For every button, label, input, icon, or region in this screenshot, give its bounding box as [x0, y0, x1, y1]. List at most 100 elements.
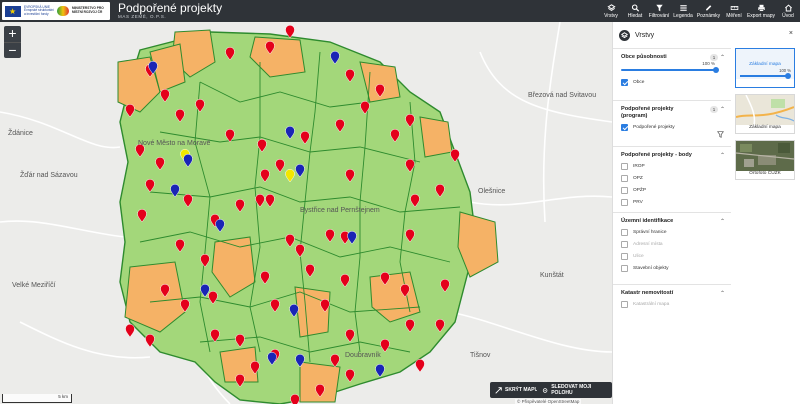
zoom-out-button[interactable]: − — [4, 42, 21, 58]
checkbox[interactable] — [621, 163, 628, 170]
layer-item[interactable]: Správní hranice — [621, 227, 725, 238]
layer-label: Podpořené projekty — [633, 125, 675, 130]
notes-icon — [706, 4, 712, 10]
layers-panel-icon — [619, 29, 630, 41]
slider-track — [621, 69, 715, 71]
layer-item[interactable]: OPŽP — [621, 185, 725, 196]
checkbox[interactable] — [621, 229, 628, 236]
layer-item[interactable]: Ulice — [621, 251, 725, 262]
place-label: Doubravník — [345, 352, 381, 359]
home-icon — [784, 4, 792, 12]
checkbox[interactable] — [621, 265, 628, 272]
checkbox[interactable] — [621, 199, 628, 206]
opacity-slider[interactable]: 100 % — [621, 61, 725, 75]
chevron-up-icon[interactable]: ⌃ — [720, 152, 725, 159]
basemap-item-active[interactable]: Základní mapa 100 % — [735, 48, 795, 88]
tool-export[interactable]: Export mapy — [746, 0, 776, 22]
basemap-opacity-slider[interactable] — [740, 75, 790, 77]
layer-label: Katastrální mapa — [633, 302, 670, 307]
location-icon — [542, 387, 548, 393]
basemap-label: Základní mapa — [749, 62, 781, 67]
close-icon[interactable]: × — [789, 30, 793, 37]
layer-item-projects[interactable]: Podpořené projekty — [621, 122, 725, 133]
project-pin-icon[interactable] — [125, 323, 135, 338]
checkbox[interactable] — [621, 175, 628, 182]
layer-label: Stavební objekty — [633, 266, 669, 271]
basemap-label: Základní mapa — [749, 125, 781, 130]
map-view[interactable]: + − Ždánice Žďár nad Sázavou Nové Město … — [0, 22, 612, 404]
tool-measure[interactable]: Měření — [722, 0, 746, 22]
place-label: Bystřice nad Pernštejnem — [300, 207, 380, 214]
app-header: EVROPSKÁ UNIE Evropské strukturální a in… — [0, 0, 800, 22]
tool-layers[interactable]: Vrstvy — [599, 0, 623, 22]
expand-icon — [495, 386, 502, 394]
chevron-up-icon[interactable]: ⌃ — [720, 218, 725, 225]
group-program: Podpořené projekty (program) 1 ⌃ Podpoře… — [613, 100, 731, 146]
group-count-badge: 1 — [710, 54, 718, 61]
track-location-label: SLEDOVAT MOJI POLOHU — [551, 384, 592, 396]
basemap-item[interactable]: Základní mapa — [735, 94, 795, 134]
checkbox[interactable] — [621, 187, 628, 194]
checkbox[interactable] — [621, 253, 628, 260]
basemap-thumb — [736, 141, 794, 171]
layer-item[interactable]: Stavební objekty — [621, 263, 725, 274]
tool-label: Legenda — [673, 12, 693, 19]
chevron-up-icon[interactable]: ⌃ — [720, 54, 725, 61]
tool-home[interactable]: Úvod — [776, 0, 800, 22]
filter-icon — [655, 4, 663, 11]
layer-item[interactable]: Katastrální mapa — [621, 299, 725, 310]
group-title[interactable]: Podpořené projekty (program) — [621, 106, 701, 120]
layer-item[interactable]: Adresní místa — [621, 239, 725, 250]
group-title[interactable]: Podpořené projekty - body — [621, 152, 725, 159]
checkbox[interactable] — [621, 79, 628, 86]
zoom-control: + − — [4, 26, 21, 58]
chevron-up-icon[interactable]: ⌃ — [720, 290, 725, 297]
tool-legend[interactable]: Legenda — [671, 0, 695, 22]
layers-panel: Vrstvy × Obce působnosti 1 ⌃ 100 % Obce … — [612, 22, 800, 404]
slider-knob[interactable] — [713, 67, 719, 73]
layer-item[interactable]: IROP — [621, 161, 725, 172]
basemap-opacity-value: 100 % — [779, 68, 791, 73]
checkbox[interactable] — [621, 301, 628, 308]
layer-item[interactable]: OPZ — [621, 173, 725, 184]
layer-label: Obce — [633, 80, 645, 85]
tool-label: Hledat — [627, 12, 643, 19]
tool-search[interactable]: Hledat — [623, 0, 647, 22]
group-katastr: Katastr nemovitostí ⌃ Katastrální mapa — [613, 284, 731, 320]
panel-header: Vrstvy × — [613, 22, 800, 48]
eu-logo-text: EVROPSKÁ UNIE Evropské strukturální a in… — [24, 4, 54, 16]
basemap-thumb — [736, 95, 794, 125]
project-pin-icon[interactable] — [290, 393, 300, 404]
slider-knob[interactable] — [785, 73, 791, 79]
eu-logo: EVROPSKÁ UNIE Evropské strukturální a in… — [2, 2, 110, 20]
zoom-in-button[interactable]: + — [4, 26, 21, 42]
layer-label: PRV — [633, 200, 643, 205]
tool-label: Úvod — [782, 12, 794, 19]
group-title[interactable]: Katastr nemovitostí — [621, 290, 725, 297]
tool-notes[interactable]: Poznámky — [695, 0, 722, 22]
basemap-item[interactable]: Ortofoto ČÚZK — [735, 140, 795, 180]
layer-item[interactable]: PRV — [621, 197, 725, 208]
checkbox[interactable] — [621, 241, 628, 248]
place-label: Ždánice — [8, 130, 33, 137]
page-subtitle: MAS ZEMĚ, O.P.S. — [118, 14, 167, 19]
tool-label: Vrstvy — [604, 12, 618, 19]
layer-list: Obce působnosti 1 ⌃ 100 % Obce Podpořené… — [613, 48, 731, 320]
layer-label: Adresní místa — [633, 242, 663, 247]
chevron-up-icon[interactable]: ⌃ — [720, 106, 725, 113]
layer-item-obce[interactable]: Obce — [621, 77, 725, 88]
tool-label: Filtrování — [648, 12, 670, 19]
project-pin-icon[interactable] — [415, 358, 425, 373]
mmr-logo-text: MINISTERSTVO PRO MÍSTNÍ ROZVOJ ČR — [72, 6, 104, 14]
track-location-button[interactable]: SLEDOVAT MOJI POLOHU — [537, 382, 612, 398]
panel-title: Vrstvy — [635, 31, 655, 39]
basemap-label: Ortofoto ČÚZK — [749, 171, 781, 176]
place-label: Březová nad Svitavou — [528, 92, 597, 99]
filter-icon[interactable] — [717, 131, 724, 138]
tool-filter[interactable]: Filtrování — [647, 0, 671, 22]
map-attribution: © Přispěvatelé OpenStreetMap — [515, 399, 582, 404]
group-title[interactable]: Územní identifikace — [621, 218, 725, 225]
checkbox[interactable] — [621, 124, 628, 131]
search-icon — [631, 3, 639, 12]
hide-map-button[interactable]: SKRÝT MAPU — [490, 382, 544, 398]
